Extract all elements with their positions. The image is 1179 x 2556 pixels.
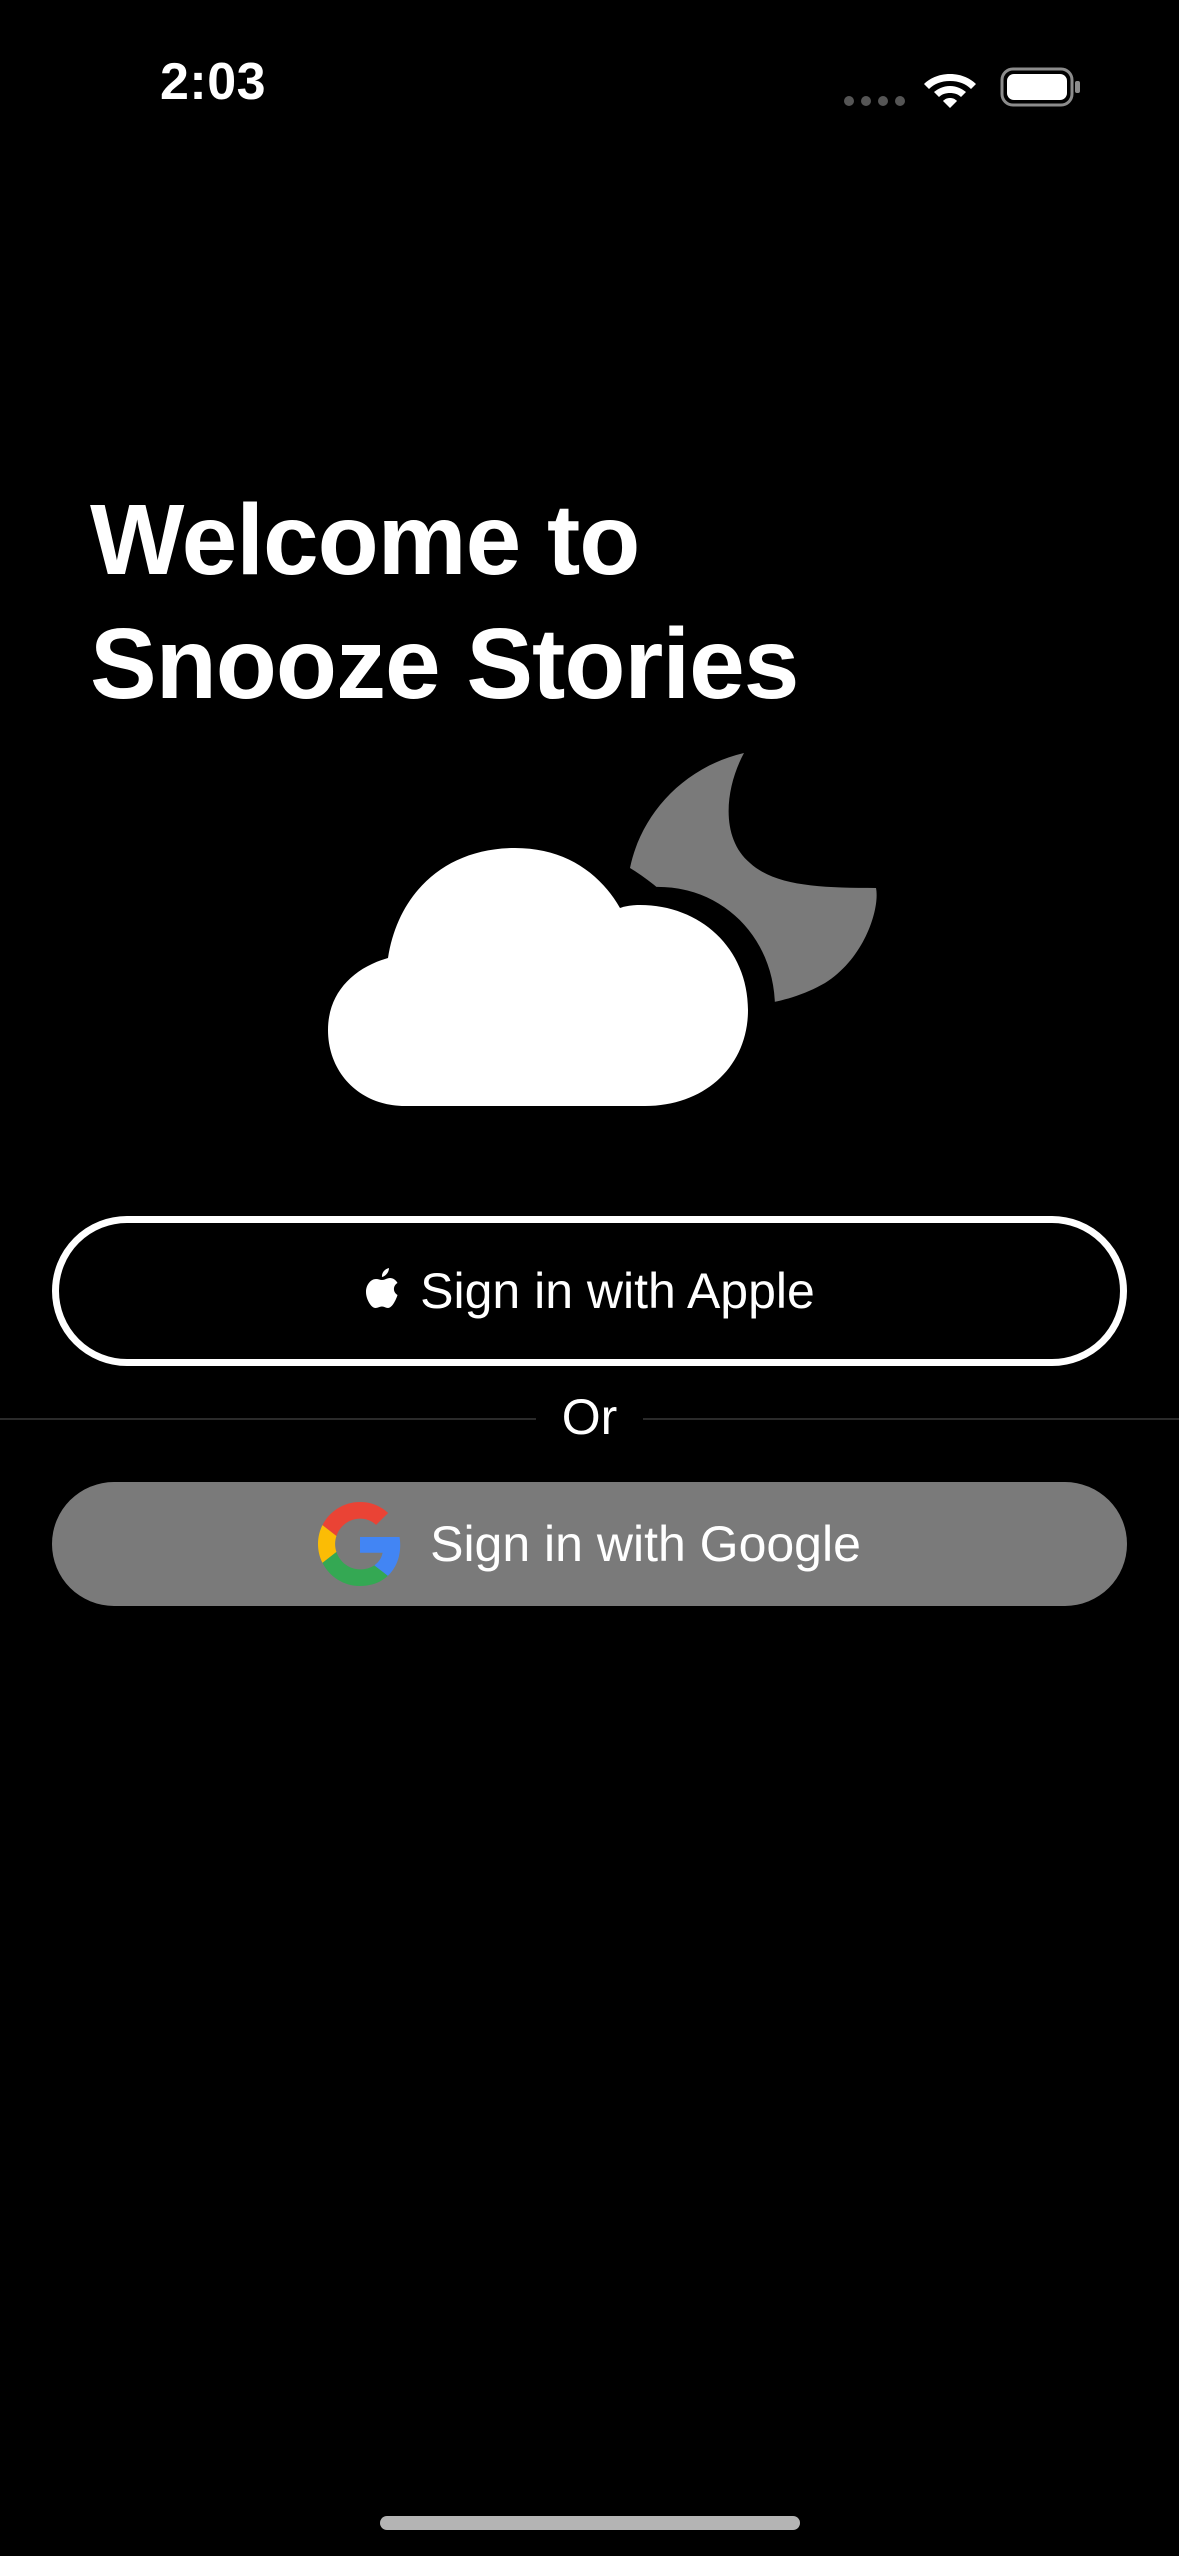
welcome-title: Welcome to Snooze Stories	[90, 478, 990, 726]
google-button-label: Sign in with Google	[430, 1516, 861, 1572]
cellular-dots-icon	[844, 96, 905, 106]
wifi-icon	[924, 74, 976, 108]
divider-right	[643, 1418, 1179, 1420]
apple-button-label: Sign in with Apple	[420, 1263, 815, 1319]
welcome-title-line1: Welcome to	[90, 484, 640, 596]
battery-icon	[1000, 67, 1080, 107]
or-divider-text: Or	[561, 1389, 618, 1445]
cloud-moon-icon	[320, 753, 877, 1118]
welcome-title-line2: Snooze Stories	[90, 608, 799, 720]
sign-in-with-apple-button[interactable]: Sign in with Apple	[52, 1216, 1127, 1366]
status-time: 2:03	[160, 53, 267, 111]
sign-in-screen: 2:03 Welcome to Snooze Stories Sign in w…	[0, 0, 1179, 2556]
divider-left	[0, 1418, 536, 1420]
sign-in-with-google-button[interactable]: Sign in with Google	[52, 1482, 1127, 1606]
google-logo-icon	[318, 1502, 401, 1586]
home-indicator[interactable]	[380, 2516, 800, 2530]
apple-logo-icon	[366, 1268, 398, 1308]
